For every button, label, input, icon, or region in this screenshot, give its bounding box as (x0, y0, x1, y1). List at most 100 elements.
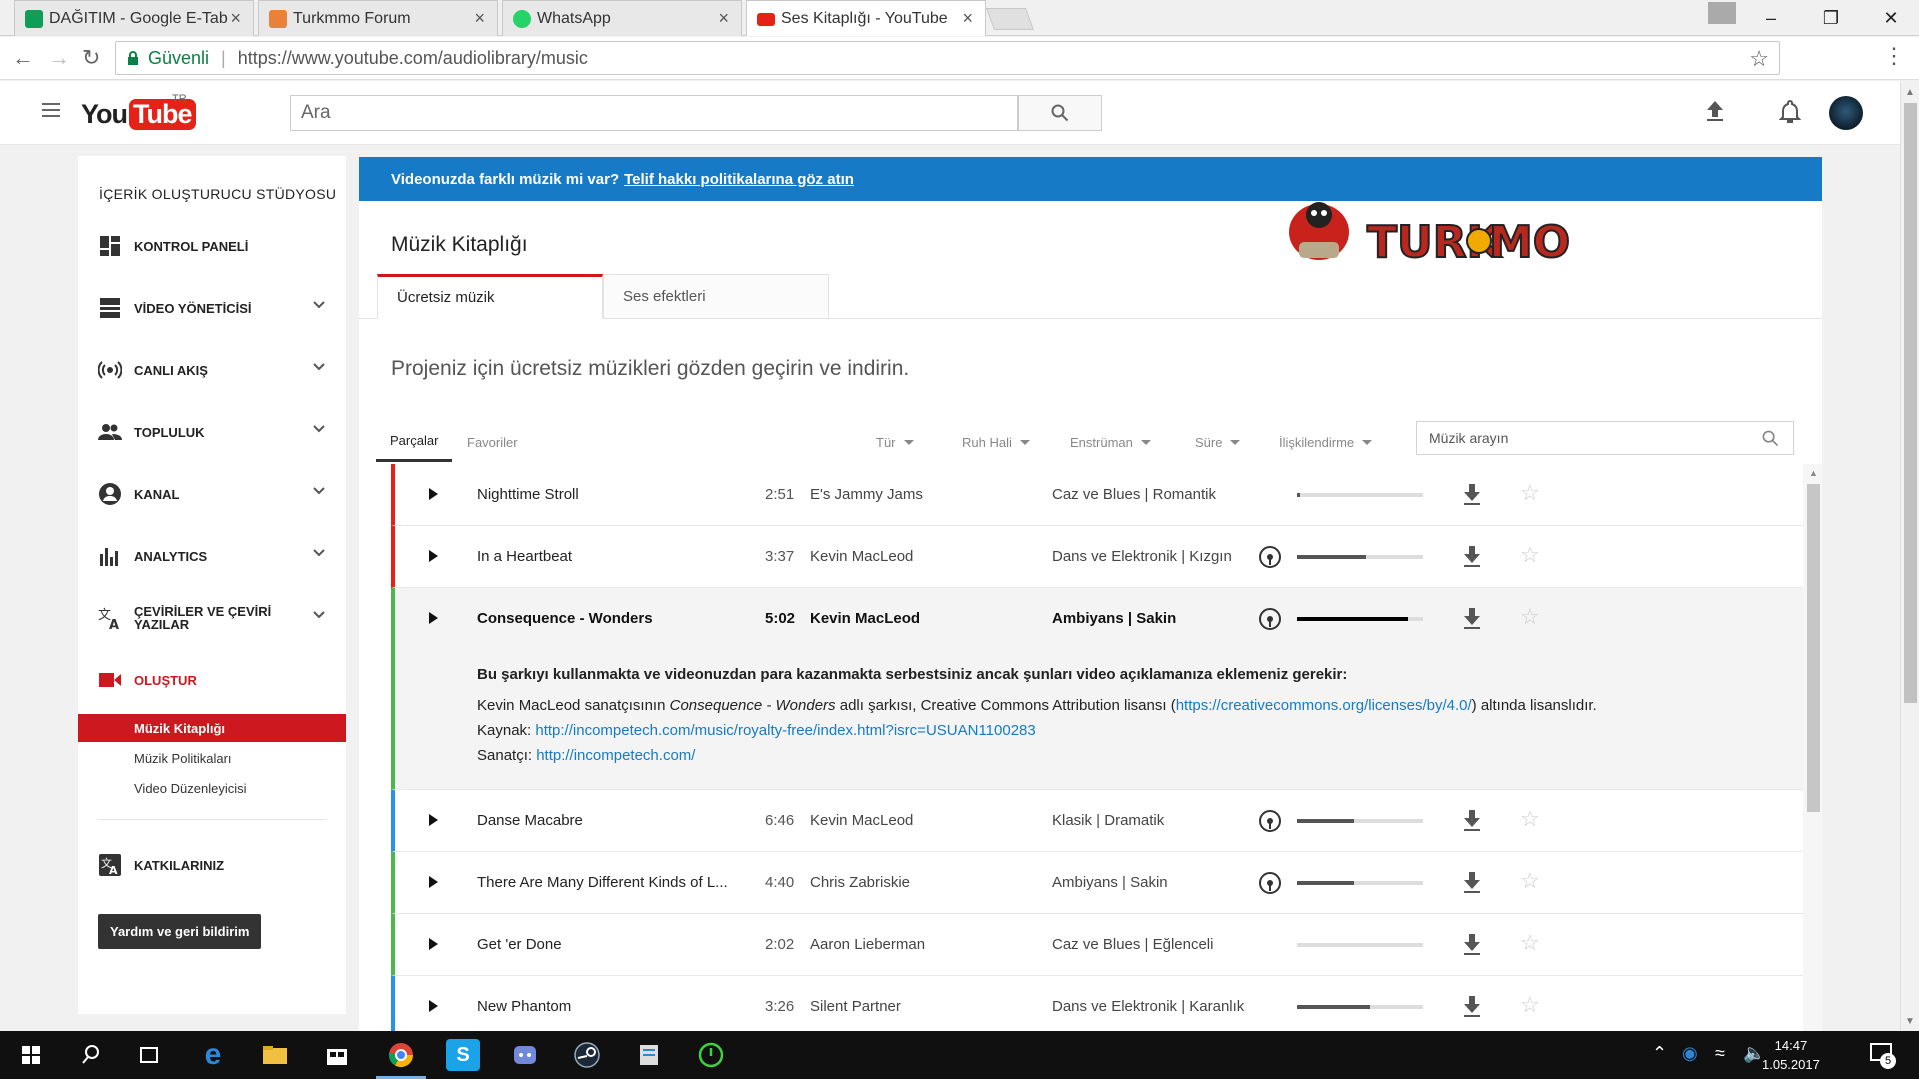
account-avatar[interactable] (1829, 96, 1863, 130)
search-button[interactable] (1018, 95, 1102, 131)
filter-duration[interactable]: Süre (1195, 422, 1241, 462)
browser-menu-icon[interactable]: ⋮ (1883, 43, 1905, 69)
steam-icon[interactable] (570, 1039, 604, 1071)
artist-link[interactable]: http://incompetech.com/ (536, 747, 695, 764)
omnibox[interactable]: Güvenli | https://www.youtube.com/audiol… (115, 41, 1780, 75)
favorite-star-icon[interactable]: ☆ (1520, 542, 1540, 568)
sidebar-item-translations[interactable]: 文A ÇEVİRİLER VE ÇEVİRİ YAZILAR (78, 598, 346, 638)
sidebar-item-create[interactable]: OLUŞTUR (78, 660, 346, 700)
tab-favorites[interactable]: Favoriler (467, 422, 518, 462)
track-list-scrollbar-thumb[interactable] (1807, 484, 1820, 812)
download-icon[interactable] (1462, 994, 1482, 1018)
track-list-scrollbar[interactable]: ▲ (1803, 464, 1822, 1037)
close-tab-icon[interactable]: × (474, 8, 485, 29)
sidebar-sub-music-policies[interactable]: Müzik Politikaları (78, 744, 346, 772)
sidebar-sub-video-editor[interactable]: Video Düzenleyicisi (78, 774, 346, 802)
file-explorer-icon[interactable] (258, 1039, 292, 1071)
clock[interactable]: 14:47 1.05.2017 (1762, 1036, 1820, 1074)
close-tab-icon[interactable]: × (962, 8, 973, 29)
wifi-icon[interactable]: ≈ (1715, 1043, 1725, 1064)
play-icon[interactable] (429, 876, 438, 888)
music-search-input[interactable]: Müzik arayın (1416, 421, 1794, 455)
sidebar-sub-music-library[interactable]: Müzik Kitaplığı (78, 714, 346, 742)
track-row[interactable]: New Phantom 3:26 Silent Partner Dans ve Ele… (391, 976, 1803, 1037)
scroll-up-icon[interactable]: ▲ (1905, 87, 1915, 98)
search-icon[interactable] (74, 1039, 108, 1071)
sidebar-item-live[interactable]: CANLI AKIŞ (78, 350, 346, 390)
tab-free-music[interactable]: Ücretsiz müzik (377, 274, 603, 319)
sidebar-item-video-manager[interactable]: VİDEO YÖNETİCİSİ (78, 288, 346, 328)
chevron-down-icon[interactable] (312, 300, 326, 310)
play-icon[interactable] (429, 1000, 438, 1012)
edge-icon[interactable]: e (196, 1038, 230, 1071)
scroll-up-icon[interactable]: ▲ (1809, 468, 1818, 478)
copyright-policy-link[interactable]: Telif hakkı politikalarına göz atın (624, 171, 854, 188)
app-icon[interactable] (632, 1039, 666, 1071)
page-scrollbar[interactable]: ▲ ▼ (1900, 81, 1919, 1031)
download-icon[interactable] (1462, 606, 1482, 630)
filter-genre[interactable]: Tür (876, 422, 914, 462)
search-input[interactable]: Ara (290, 95, 1018, 131)
notifications-bell-icon[interactable] (1779, 99, 1801, 123)
chevron-down-icon[interactable] (312, 610, 326, 620)
favorite-star-icon[interactable]: ☆ (1520, 480, 1540, 506)
discord-icon[interactable] (508, 1039, 542, 1071)
scroll-down-icon[interactable]: ▼ (1905, 1016, 1915, 1027)
favorite-star-icon[interactable]: ☆ (1520, 604, 1540, 630)
close-tab-icon[interactable]: × (718, 8, 729, 29)
page-scrollbar-thumb[interactable] (1904, 103, 1917, 703)
favorite-star-icon[interactable]: ☆ (1520, 806, 1540, 832)
bookmark-star-icon[interactable]: ☆ (1749, 46, 1769, 72)
download-icon[interactable] (1462, 482, 1482, 506)
power-app-icon[interactable] (694, 1039, 728, 1071)
search-icon[interactable] (1762, 430, 1779, 447)
download-icon[interactable] (1462, 808, 1482, 832)
sidebar-item-channel[interactable]: KANAL (78, 474, 346, 514)
favorite-star-icon[interactable]: ☆ (1520, 868, 1540, 894)
chevron-down-icon[interactable] (312, 486, 326, 496)
chevron-down-icon[interactable] (312, 548, 326, 558)
tab-tracks[interactable]: Parçalar (376, 422, 453, 462)
new-tab-button[interactable] (985, 8, 1035, 30)
guide-menu-icon[interactable] (42, 103, 60, 117)
filter-attribution[interactable]: İlişkilendirme (1279, 422, 1373, 462)
filter-mood[interactable]: Ruh Hali (962, 422, 1030, 462)
browser-tab-turkmmo[interactable]: Turkmmo Forum × (258, 0, 498, 36)
browser-tab-whatsapp[interactable]: WhatsApp × (502, 0, 742, 36)
store-icon[interactable] (320, 1039, 354, 1071)
track-row[interactable]: Consequence - Wonders 5:02 Kevin MacLeod Am… (391, 588, 1803, 790)
sidebar-item-community[interactable]: TOPLULUK (78, 412, 346, 452)
track-row[interactable]: Nighttime Stroll 2:51 E's Jammy Jams Caz ve… (391, 464, 1803, 526)
source-link[interactable]: http://incompetech.com/music/royalty-fre… (535, 722, 1035, 739)
reload-icon[interactable]: ↻ (82, 45, 100, 71)
tab-sound-effects[interactable]: Ses efektleri (603, 274, 829, 319)
forward-icon[interactable]: → (48, 45, 70, 71)
play-icon[interactable] (429, 488, 438, 500)
play-icon[interactable] (429, 814, 438, 826)
windows-start-icon[interactable] (14, 1039, 48, 1071)
filter-instrument[interactable]: Enstrüman (1070, 422, 1151, 462)
upload-icon[interactable] (1705, 99, 1725, 123)
track-row[interactable]: Get 'er Done 2:02 Aaron Lieberman Caz ve Bl… (391, 914, 1803, 976)
license-link[interactable]: https://creativecommons.org/licenses/by/… (1176, 697, 1472, 714)
sidebar-item-contributions[interactable]: 文A KATKILARINIZ (78, 845, 346, 885)
chrome-icon[interactable] (384, 1039, 418, 1071)
restore-icon[interactable]: ❐ (1800, 0, 1862, 36)
favorite-star-icon[interactable]: ☆ (1520, 930, 1540, 956)
play-icon[interactable] (429, 612, 438, 624)
minimize-icon[interactable]: – (1740, 0, 1802, 36)
chevron-down-icon[interactable] (312, 424, 326, 434)
download-icon[interactable] (1462, 870, 1482, 894)
browser-tab-sheets[interactable]: DAĞITIM - Google E-Tab × (14, 0, 254, 36)
close-window-icon[interactable]: ✕ (1860, 0, 1919, 36)
play-icon[interactable] (429, 550, 438, 562)
help-feedback-button[interactable]: Yardım ve geri bildirim (98, 914, 262, 949)
task-view-icon[interactable] (132, 1039, 166, 1071)
close-tab-icon[interactable]: × (230, 8, 241, 29)
tray-app-icon[interactable]: ◉ (1682, 1043, 1698, 1064)
track-row[interactable]: Danse Macabre 6:46 Kevin MacLeod Klasik | D… (391, 790, 1803, 852)
profile-icon[interactable] (1708, 2, 1736, 24)
tray-chevron-up-icon[interactable]: ⌃ (1652, 1043, 1667, 1064)
browser-tab-youtube[interactable]: Ses Kitaplığı - YouTube × (746, 0, 986, 36)
sidebar-item-analytics[interactable]: ANALYTICS (78, 536, 346, 576)
